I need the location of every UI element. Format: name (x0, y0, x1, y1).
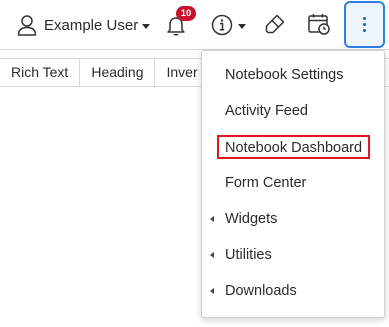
info-icon (211, 14, 233, 36)
user-name: Example User (44, 16, 139, 34)
notification-badge: 10 (176, 6, 196, 21)
user-menu-button[interactable]: Example User (17, 12, 151, 38)
eraser-icon[interactable] (264, 13, 286, 35)
menu-item-activity-feed[interactable]: Activity Feed (202, 96, 384, 126)
menu-item-downloads[interactable]: Downloads (202, 276, 384, 306)
top-toolbar: Example User 10 (0, 0, 389, 50)
user-icon (17, 15, 37, 36)
submenu-arrow-icon (210, 288, 214, 294)
format-rich-text[interactable]: Rich Text (0, 59, 81, 86)
more-vertical-icon (363, 17, 366, 32)
chevron-down-icon (142, 23, 151, 29)
menu-item-notebook-dashboard[interactable]: Notebook Dashboard (202, 132, 384, 162)
submenu-arrow-icon (210, 252, 214, 258)
more-options-button[interactable] (344, 1, 385, 48)
more-options-dropdown: Notebook Settings Activity Feed Notebook… (201, 50, 385, 318)
menu-item-widgets[interactable]: Widgets (202, 204, 384, 234)
format-heading[interactable]: Heading (80, 59, 156, 86)
submenu-arrow-icon (210, 216, 214, 222)
help-menu-button[interactable] (211, 13, 246, 37)
chevron-down-icon (238, 23, 246, 29)
menu-item-utilities[interactable]: Utilities (202, 240, 384, 270)
menu-item-form-center[interactable]: Form Center (202, 168, 384, 198)
calendar-clock-icon[interactable] (307, 12, 331, 36)
menu-item-notebook-settings[interactable]: Notebook Settings (202, 60, 384, 90)
